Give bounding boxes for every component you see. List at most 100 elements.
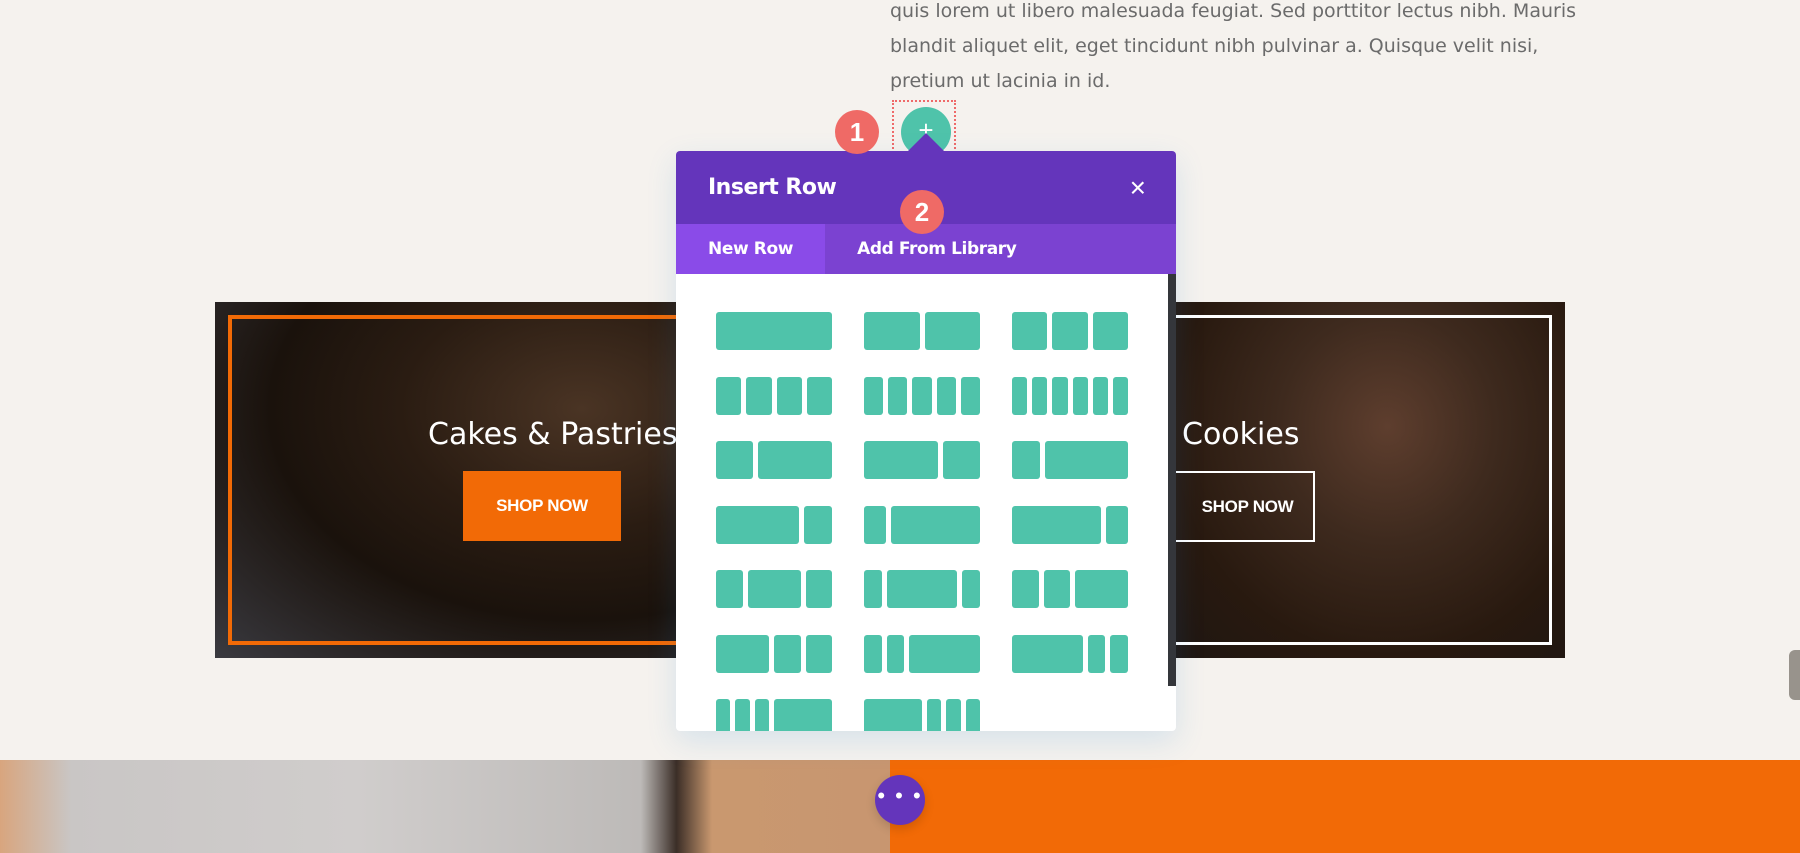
layout-column (716, 634, 769, 673)
layout-column (1012, 376, 1028, 415)
shop-now-button[interactable]: SHOP NOW (463, 471, 621, 541)
bottom-image (0, 760, 890, 853)
layout-column (1044, 441, 1128, 479)
more-dots-icon[interactable]: • • • (875, 775, 925, 825)
layout-column (864, 570, 882, 608)
text-line: quis lorem ut libero malesuada feugiat. … (890, 0, 1576, 22)
layout-column (1012, 441, 1040, 479)
layout-column (1043, 570, 1070, 608)
layout-column (1087, 634, 1106, 673)
text-line: blandit aliquet elit, eget tincidunt nib… (890, 35, 1539, 57)
row-layout-option[interactable] (864, 376, 981, 415)
layout-column (864, 634, 882, 673)
modal-pointer (906, 133, 946, 153)
row-layout-option[interactable] (864, 699, 980, 731)
layout-column (1110, 634, 1129, 673)
layout-column (864, 312, 920, 350)
text-line: pretium ut lacinia in id. (890, 70, 1111, 92)
layout-column (716, 376, 742, 415)
layout-column (806, 376, 832, 415)
layout-column (962, 570, 981, 608)
modal-scrollbar[interactable] (1168, 274, 1176, 686)
row-layout-option[interactable] (864, 570, 981, 608)
layout-column (864, 699, 922, 731)
tab-add-from-library[interactable]: Add From Library (825, 224, 1048, 274)
layout-column (754, 699, 770, 731)
layout-column (1072, 376, 1088, 415)
row-layout-option[interactable] (864, 441, 980, 479)
layout-column (1112, 376, 1129, 415)
row-layout-option[interactable] (864, 312, 980, 350)
category-card-cakes: Cakes & Pastries SHOP NOW (215, 302, 685, 658)
layout-column (1012, 570, 1039, 608)
shop-now-button[interactable]: SHOP NOW (1170, 471, 1315, 542)
layout-column (864, 505, 887, 544)
layout-column (804, 505, 832, 544)
step-badge-2: 2 (900, 190, 944, 234)
row-layout-option[interactable] (864, 634, 981, 673)
layout-column (1052, 312, 1088, 350)
layout-column (1012, 634, 1083, 673)
layout-column (805, 570, 832, 608)
layout-column (805, 634, 832, 673)
row-layout-option[interactable] (1012, 376, 1129, 415)
row-layout-option[interactable] (1012, 312, 1128, 350)
layout-column (716, 505, 800, 544)
layout-column (746, 376, 772, 415)
layout-column (936, 376, 956, 415)
card-title: Cookies (1182, 417, 1300, 452)
row-layout-option[interactable] (1012, 570, 1128, 608)
layout-column (747, 570, 801, 608)
layout-column (716, 441, 753, 479)
layout-column (1105, 505, 1128, 544)
layout-column (886, 570, 958, 608)
layout-column (891, 505, 980, 544)
layout-column (886, 634, 905, 673)
row-layout-option[interactable] (716, 699, 832, 731)
row-layout-option[interactable] (716, 312, 832, 350)
tab-new-row[interactable]: New Row (676, 224, 826, 274)
row-layout-option[interactable] (1012, 441, 1128, 479)
layout-column (1075, 570, 1128, 608)
layout-column (864, 376, 884, 415)
layout-column (924, 312, 980, 350)
layout-column (965, 699, 980, 731)
layout-column (926, 699, 942, 731)
layout-column (758, 441, 832, 479)
row-layout-option[interactable] (716, 376, 832, 415)
row-layout-option[interactable] (716, 441, 832, 479)
category-card-cookies: Cookies SHOP NOW (1170, 302, 1565, 658)
layout-column (909, 634, 981, 673)
layout-column (716, 312, 832, 350)
layout-column (912, 376, 932, 415)
body-text: quis lorem ut libero malesuada feugiat. … (890, 0, 1590, 99)
layout-column (864, 441, 938, 479)
row-layout-option[interactable] (864, 505, 980, 544)
layout-column (774, 634, 801, 673)
layout-column (716, 570, 743, 608)
layout-column (1012, 312, 1048, 350)
row-layout-option[interactable] (716, 505, 832, 544)
layout-grid (676, 274, 1168, 731)
row-layout-option[interactable] (1012, 505, 1128, 544)
card-title: Cakes & Pastries (428, 417, 678, 452)
layout-column (776, 376, 802, 415)
page-scrollbar[interactable] (1789, 650, 1800, 700)
layout-column (888, 376, 908, 415)
insert-row-modal: Insert Row × New Row Add From Library (676, 151, 1176, 731)
layout-column (943, 441, 980, 479)
layout-column (1012, 505, 1101, 544)
row-layout-option[interactable] (1012, 634, 1129, 673)
layout-column (735, 699, 750, 731)
layout-column (960, 376, 981, 415)
row-layout-option[interactable] (716, 634, 832, 673)
step-badge-1: 1 (835, 110, 879, 154)
layout-column (1052, 376, 1068, 415)
row-layout-option[interactable] (716, 570, 832, 608)
modal-title: Insert Row (708, 175, 837, 200)
layout-column (1092, 312, 1128, 350)
bottom-orange-panel (890, 760, 1800, 853)
layout-column (946, 699, 961, 731)
close-icon[interactable]: × (1130, 173, 1146, 202)
layout-column (716, 699, 731, 731)
